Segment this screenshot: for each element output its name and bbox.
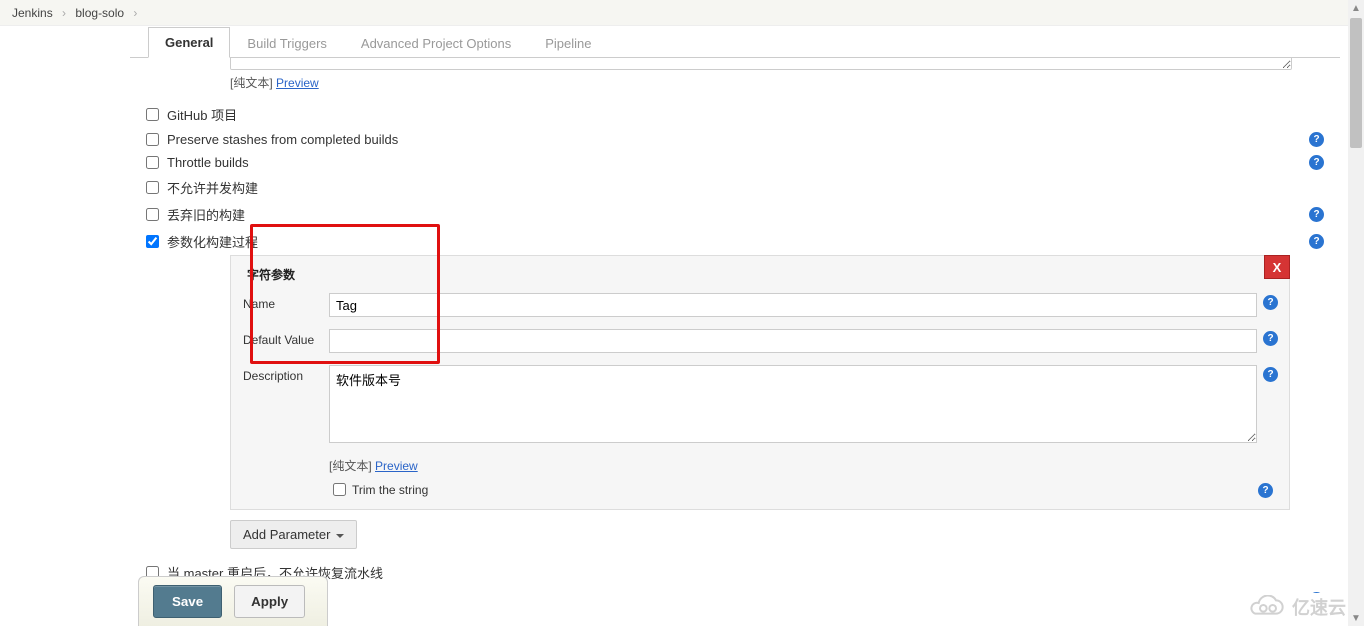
trim-string-label: Trim the string: [352, 483, 428, 497]
scroll-thumb[interactable]: [1350, 18, 1362, 148]
option-github-project: GitHub 项目: [146, 101, 1328, 128]
param-name-input[interactable]: [329, 293, 1257, 317]
tab-advanced-options[interactable]: Advanced Project Options: [344, 28, 528, 58]
breadcrumb-item[interactable]: blog-solo: [75, 6, 124, 20]
tab-build-triggers[interactable]: Build Triggers: [230, 28, 343, 58]
param-default-input[interactable]: [329, 329, 1257, 353]
discard-old-label: 丢弃旧的构建: [167, 205, 1309, 224]
breadcrumb-sep-icon: ›: [127, 6, 143, 20]
help-icon[interactable]: ?: [1309, 155, 1324, 170]
github-project-label: GitHub 项目: [167, 105, 1328, 124]
preview-link[interactable]: Preview: [375, 459, 418, 473]
param-description-preview-row: [纯文本] Preview: [329, 455, 1277, 480]
add-parameter-button[interactable]: Add Parameter: [230, 520, 357, 549]
option-no-concurrent: 不允许并发构建: [146, 174, 1328, 201]
discard-old-checkbox[interactable]: [146, 208, 159, 221]
help-icon[interactable]: ?: [1309, 207, 1324, 222]
param-description-row: Description 软件版本号 ?: [243, 365, 1277, 443]
content-area: General Build Triggers Advanced Project …: [130, 26, 1340, 626]
scroll-up-icon[interactable]: ▲: [1348, 0, 1364, 16]
no-concurrent-checkbox[interactable]: [146, 181, 159, 194]
param-default-row: Default Value ?: [243, 329, 1277, 353]
throttle-builds-label: Throttle builds: [167, 155, 1309, 170]
github-project-checkbox[interactable]: [146, 108, 159, 121]
trim-string-checkbox[interactable]: [333, 483, 346, 496]
plaintext-label: [纯文本]: [329, 459, 372, 473]
preview-link[interactable]: Preview: [276, 76, 319, 90]
help-icon[interactable]: ?: [1263, 331, 1278, 346]
apply-button[interactable]: Apply: [234, 585, 305, 618]
caret-down-icon: [336, 534, 344, 542]
help-icon[interactable]: ?: [1309, 592, 1324, 593]
add-parameter-label: Add Parameter: [243, 527, 330, 542]
option-preserve-stashes: Preserve stashes from completed builds ?: [146, 128, 1328, 151]
option-parameterized: 参数化构建过程 ?: [146, 228, 1328, 255]
watermark-text: 亿速云: [1292, 594, 1346, 620]
parameterized-checkbox[interactable]: [146, 235, 159, 248]
description-preview-row: [纯文本] Preview: [230, 70, 1328, 97]
help-icon[interactable]: ?: [1309, 132, 1324, 147]
param-trim-row: Trim the string ?: [329, 480, 1277, 499]
param-name-row: Name ?: [243, 293, 1277, 317]
tab-general[interactable]: General: [148, 27, 230, 58]
cloud-icon: [1246, 595, 1286, 619]
vertical-scrollbar[interactable]: ▲ ▼: [1348, 0, 1364, 626]
save-button[interactable]: Save: [153, 585, 222, 618]
parameterized-label: 参数化构建过程: [167, 232, 1309, 251]
restart-master-label: 当 master 重启后，不允许恢复流水线: [167, 563, 1328, 582]
config-body: [纯文本] Preview GitHub 项目 Preserve stashes…: [130, 58, 1340, 593]
param-name-label: Name: [243, 293, 329, 311]
help-icon[interactable]: ?: [1263, 295, 1278, 310]
string-parameter-title: 字符参数: [243, 264, 1277, 293]
param-default-label: Default Value: [243, 329, 329, 347]
throttle-builds-checkbox[interactable]: [146, 156, 159, 169]
help-icon[interactable]: ?: [1309, 234, 1324, 249]
options-list: GitHub 项目 Preserve stashes from complete…: [146, 101, 1328, 255]
no-concurrent-label: 不允许并发构建: [167, 178, 1328, 197]
scroll-down-icon[interactable]: ▼: [1348, 610, 1364, 626]
breadcrumb: Jenkins › blog-solo ›: [0, 0, 1364, 26]
help-icon[interactable]: ?: [1258, 483, 1273, 498]
page-root: Jenkins › blog-solo › General Build Trig…: [0, 0, 1364, 626]
preserve-stashes-checkbox[interactable]: [146, 133, 159, 146]
breadcrumb-root[interactable]: Jenkins: [12, 6, 53, 20]
preserve-stashes-label: Preserve stashes from completed builds: [167, 132, 1309, 147]
close-button[interactable]: X: [1264, 255, 1290, 279]
tab-pipeline[interactable]: Pipeline: [528, 28, 608, 58]
watermark: 亿速云: [1246, 594, 1346, 620]
breadcrumb-sep-icon: ›: [56, 6, 72, 20]
description-textarea[interactable]: [230, 58, 1292, 70]
string-parameter-block: X 字符参数 Name ? Default Value ? Descriptio…: [230, 255, 1290, 510]
save-bar: Save Apply: [138, 576, 328, 626]
help-icon[interactable]: ?: [1263, 367, 1278, 382]
durability-label: 流水线效率、持久保存设置覆盖: [167, 590, 1309, 593]
option-discard-old: 丢弃旧的构建 ?: [146, 201, 1328, 228]
param-description-textarea[interactable]: 软件版本号: [329, 365, 1257, 443]
param-description-label: Description: [243, 365, 329, 383]
option-throttle-builds: Throttle builds ?: [146, 151, 1328, 174]
config-tabs: General Build Triggers Advanced Project …: [130, 26, 1340, 58]
plaintext-label: [纯文本]: [230, 76, 273, 90]
